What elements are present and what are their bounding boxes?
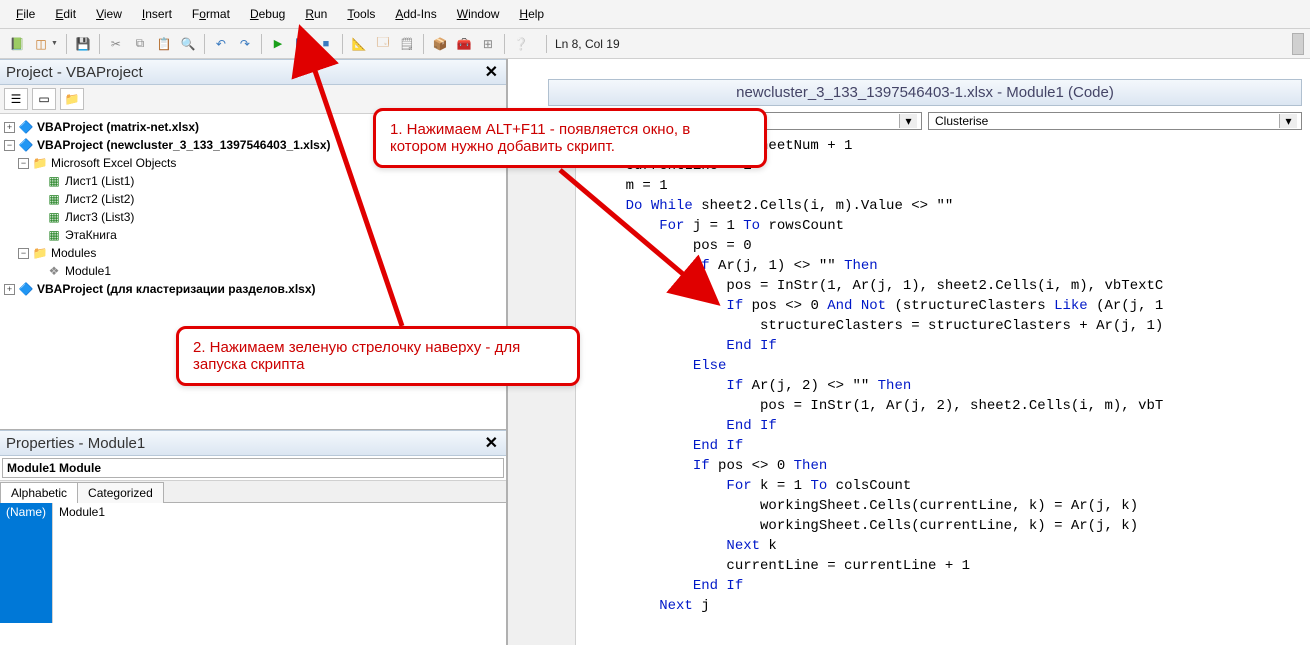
expander-icon[interactable]: +: [4, 122, 15, 133]
tree-item[interactable]: VBAProject (matrix-net.xlsx): [37, 120, 199, 134]
tree-item[interactable]: Modules: [51, 246, 96, 260]
properties-panel-title: Properties - Module1: [6, 435, 145, 452]
chevron-down-icon: ▾: [1279, 114, 1297, 128]
paste-icon[interactable]: 📋: [153, 33, 175, 55]
menu-window[interactable]: Window: [449, 4, 508, 24]
folder-icon: 📁: [32, 246, 48, 260]
object-browser-icon[interactable]: 📦: [429, 33, 451, 55]
menu-format[interactable]: Format: [184, 4, 238, 24]
undo-icon[interactable]: ↶: [210, 33, 232, 55]
properties-panel-header: Properties - Module1 ✕: [0, 430, 506, 456]
tree-item[interactable]: Module1: [65, 264, 111, 278]
tab-categorized[interactable]: Categorized: [77, 482, 164, 503]
workbook-icon: ▦: [46, 228, 62, 242]
run-icon[interactable]: ▶: [267, 33, 289, 55]
stop-icon[interactable]: ■: [315, 33, 337, 55]
menu-file[interactable]: File: [8, 4, 43, 24]
vba-project-icon: 🔷: [18, 138, 34, 152]
menu-bar: File Edit View Insert Format Debug Run T…: [0, 0, 1310, 29]
sheet-icon: ▦: [46, 174, 62, 188]
annotation-callout-1: 1. Нажимаем ALT+F11 - появляется окно, в…: [373, 108, 767, 168]
object-name: Module1 Module: [7, 461, 101, 475]
code-window-title: newcluster_3_133_1397546403-1.xlsx - Mod…: [548, 79, 1302, 106]
tree-item[interactable]: VBAProject (newcluster_3_133_1397546403_…: [37, 138, 331, 152]
folder-toggle-icon[interactable]: 📁: [60, 88, 84, 110]
cursor-position: Ln 8, Col 19: [546, 35, 628, 53]
insert-module-icon[interactable]: ◫: [30, 33, 52, 55]
toolbar-grip: [1292, 33, 1304, 55]
menu-tools[interactable]: Tools: [339, 4, 383, 24]
tab-alphabetic[interactable]: Alphabetic: [0, 482, 78, 503]
help-icon[interactable]: ❔: [510, 33, 532, 55]
expander-icon[interactable]: −: [18, 248, 29, 259]
folder-icon: 📁: [32, 156, 48, 170]
vba-project-icon: 🔷: [18, 120, 34, 134]
design-mode-icon[interactable]: 📐: [348, 33, 370, 55]
vba-project-icon: 🔷: [18, 282, 34, 296]
toolbox-icon[interactable]: 🧰: [453, 33, 475, 55]
sheet-icon: ▦: [46, 210, 62, 224]
project-panel-close-icon[interactable]: ✕: [481, 62, 502, 82]
menu-debug[interactable]: Debug: [242, 4, 293, 24]
chevron-down-icon: ▾: [899, 114, 917, 128]
save-icon[interactable]: 💾: [72, 33, 94, 55]
properties-tabs: Alphabetic Categorized: [0, 481, 506, 503]
expander-icon[interactable]: +: [4, 284, 15, 295]
view-object-icon[interactable]: ▭: [32, 88, 56, 110]
tab-order-icon[interactable]: ⊞: [477, 33, 499, 55]
pause-icon[interactable]: ❚❚: [291, 33, 313, 55]
copy-icon[interactable]: ⧉: [129, 33, 151, 55]
menu-insert[interactable]: Insert: [134, 4, 180, 24]
tree-item[interactable]: Лист2 (List2): [65, 192, 134, 206]
module-icon: ❖: [46, 264, 62, 278]
tree-item[interactable]: Лист3 (List3): [65, 210, 134, 224]
menu-addins[interactable]: Add-Ins: [387, 4, 444, 24]
excel-icon[interactable]: 📗: [6, 33, 28, 55]
tree-item[interactable]: ЭтаКнига: [65, 228, 117, 242]
project-explorer-icon[interactable]: 🗔: [372, 33, 394, 55]
redo-icon[interactable]: ↷: [234, 33, 256, 55]
expander-icon[interactable]: −: [4, 140, 15, 151]
cut-icon[interactable]: ✂: [105, 33, 127, 55]
project-panel-title: Project - VBAProject: [6, 64, 143, 81]
menu-help[interactable]: Help: [511, 4, 552, 24]
menu-run[interactable]: Run: [297, 4, 335, 24]
property-name[interactable]: (Name): [0, 503, 52, 623]
expander-icon[interactable]: −: [18, 158, 29, 169]
annotation-callout-2: 2. Нажимаем зеленую стрелочку наверху - …: [176, 326, 580, 386]
toolbar: 📗 ◫▼ 💾 ✂ ⧉ 📋 🔍 ↶ ↷ ▶ ❚❚ ■ 📐 🗔 🗒 📦 🧰 ⊞ ❔ …: [0, 29, 1310, 59]
tree-item[interactable]: Лист1 (List1): [65, 174, 134, 188]
procedure-dropdown-value: Clusterise: [935, 114, 988, 128]
view-code-icon[interactable]: ☰: [4, 88, 28, 110]
properties-icon[interactable]: 🗒: [396, 33, 418, 55]
sheet-icon: ▦: [46, 192, 62, 206]
code-editor[interactable]: etNum = workingSheetNum + 1 currentLine …: [508, 132, 1310, 616]
property-value[interactable]: Module1: [52, 503, 506, 623]
menu-view[interactable]: View: [88, 4, 130, 24]
menu-edit[interactable]: Edit: [47, 4, 84, 24]
tree-item[interactable]: VBAProject (для кластеризации разделов.x…: [37, 282, 316, 296]
properties-close-icon[interactable]: ✕: [481, 433, 502, 453]
tree-item[interactable]: Microsoft Excel Objects: [51, 156, 176, 170]
find-icon[interactable]: 🔍: [177, 33, 199, 55]
object-selector[interactable]: Module1 Module: [2, 458, 504, 478]
procedure-dropdown[interactable]: Clusterise ▾: [928, 112, 1302, 130]
properties-grid[interactable]: (Name) Module1: [0, 503, 506, 623]
project-panel-header: Project - VBAProject ✕: [0, 59, 506, 85]
